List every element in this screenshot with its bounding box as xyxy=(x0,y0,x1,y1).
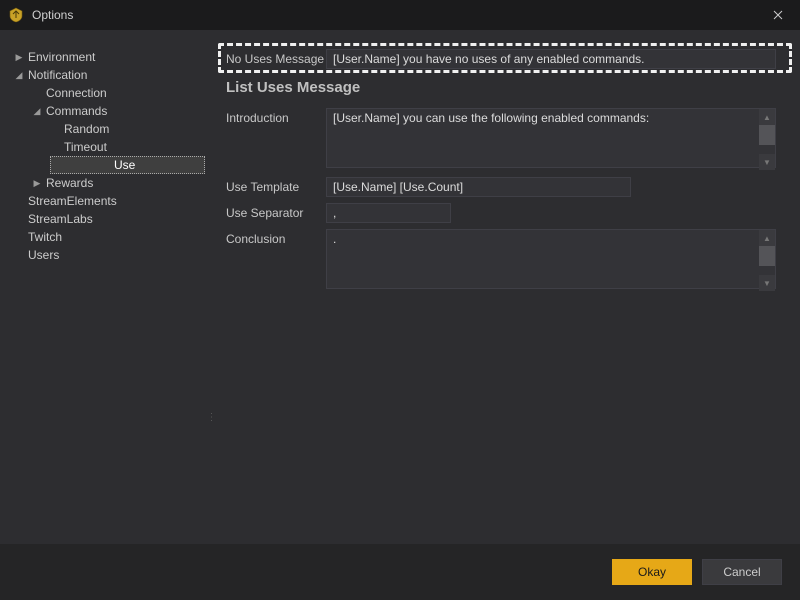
no-uses-message-label: No Uses Message xyxy=(226,49,326,66)
use-template-label: Use Template xyxy=(226,177,326,194)
scroll-up-icon[interactable]: ▲ xyxy=(759,109,775,125)
tree-item-notification[interactable]: ◢ Notification xyxy=(0,66,208,84)
tree-item-random[interactable]: Random xyxy=(0,120,208,138)
tree-item-connection[interactable]: Connection xyxy=(0,84,208,102)
scroll-down-icon[interactable]: ▼ xyxy=(759,275,775,291)
introduction-textarea[interactable] xyxy=(326,108,776,168)
tree-item-users[interactable]: Users xyxy=(0,246,208,264)
title-bar: Options xyxy=(0,0,800,30)
okay-button[interactable]: Okay xyxy=(612,559,692,585)
conclusion-label: Conclusion xyxy=(226,229,326,246)
tree-item-twitch[interactable]: Twitch xyxy=(0,228,208,246)
content-panel: No Uses Message List Uses Message Introd… xyxy=(214,30,800,544)
tree-item-rewards[interactable]: ▶ Rewards xyxy=(0,174,208,192)
use-separator-label: Use Separator xyxy=(226,203,326,220)
introduction-label: Introduction xyxy=(226,108,326,125)
tree-item-streamlabs[interactable]: StreamLabs xyxy=(0,210,208,228)
cancel-button[interactable]: Cancel xyxy=(702,559,782,585)
tree-item-timeout[interactable]: Timeout xyxy=(0,138,208,156)
chevron-right-icon: ▶ xyxy=(12,48,26,66)
sidebar: ▶ Environment ◢ Notification Connection xyxy=(0,30,208,544)
conclusion-textarea[interactable] xyxy=(326,229,776,289)
chevron-down-icon: ◢ xyxy=(12,66,26,84)
tree-item-environment[interactable]: ▶ Environment xyxy=(0,48,208,66)
no-uses-message-input[interactable] xyxy=(326,49,776,69)
footer: Okay Cancel xyxy=(0,544,800,600)
chevron-right-icon: ▶ xyxy=(30,174,44,192)
scroll-up-icon[interactable]: ▲ xyxy=(759,230,775,246)
use-template-input[interactable] xyxy=(326,177,631,197)
nav-tree: ▶ Environment ◢ Notification Connection xyxy=(0,48,208,264)
chevron-down-icon: ◢ xyxy=(30,102,44,120)
window-title: Options xyxy=(32,8,73,22)
close-button[interactable] xyxy=(755,0,800,30)
app-icon xyxy=(8,7,24,23)
scrollbar[interactable]: ▲ ▼ xyxy=(759,109,775,170)
tree-item-use[interactable]: Use xyxy=(50,156,205,174)
section-title: List Uses Message xyxy=(226,79,788,96)
scroll-down-icon[interactable]: ▼ xyxy=(759,154,775,170)
close-icon xyxy=(773,10,783,20)
tree-item-streamelements[interactable]: StreamElements xyxy=(0,192,208,210)
tree-item-commands[interactable]: ◢ Commands xyxy=(0,102,208,120)
use-separator-input[interactable] xyxy=(326,203,451,223)
scrollbar[interactable]: ▲ ▼ xyxy=(759,230,775,291)
